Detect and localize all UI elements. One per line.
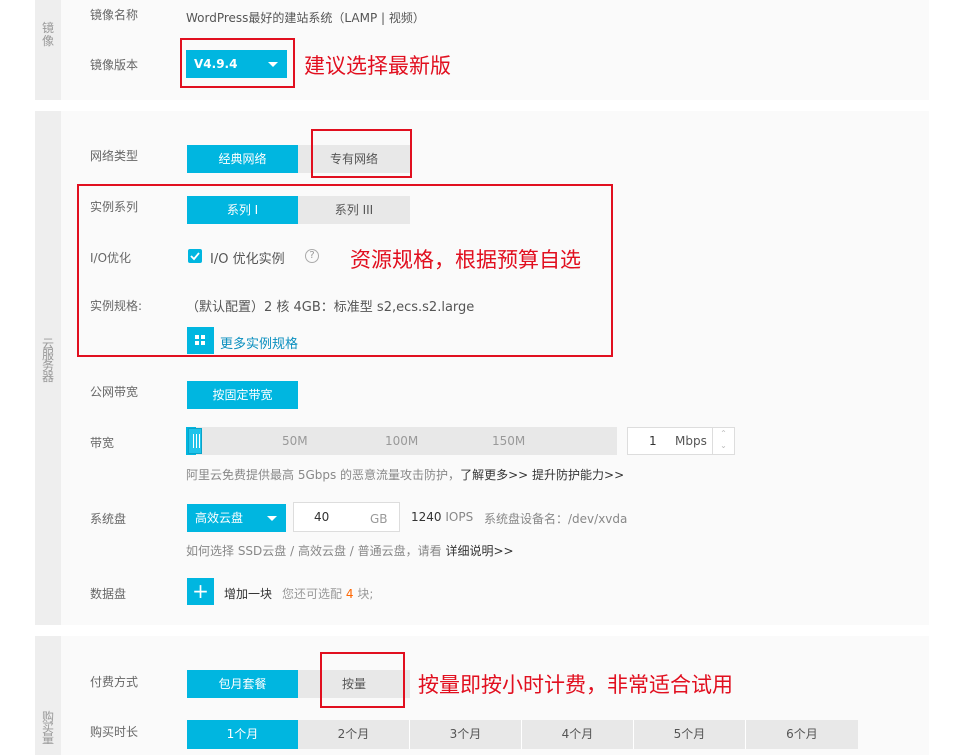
stepper-buttons[interactable]: ⌃ ⌄ bbox=[712, 428, 734, 454]
iops-unit: IOPS bbox=[445, 510, 474, 524]
disk-size-value: 40 bbox=[314, 510, 330, 524]
highlight-box bbox=[320, 652, 405, 708]
section-label: 镜像 bbox=[42, 21, 55, 48]
chevron-down-icon[interactable]: ⌄ bbox=[713, 441, 734, 450]
data-disk-hint: 您还可选配 4 块; bbox=[282, 585, 373, 602]
iops-value: 1240 IOPS bbox=[411, 510, 473, 524]
bandwidth-note-text: 阿里云免费提供最高 5Gbps 的恶意流量攻击防护， bbox=[186, 468, 461, 482]
monthly-plan-button[interactable]: 包月套餐 bbox=[187, 670, 298, 698]
annotation-payment: 按量即按小时计费，非常适合试用 bbox=[418, 673, 733, 697]
section-sidebar: 云服务器 bbox=[35, 111, 61, 625]
hint-suffix: 块; bbox=[357, 587, 374, 601]
iops-number: 1240 bbox=[411, 510, 442, 524]
disk-type-note: 如何选择 SSD云盘 / 高效云盘 / 普通云盘，请看 详细说明>> bbox=[186, 542, 514, 559]
bandwidth-type-label: 公网带宽 bbox=[90, 385, 139, 399]
duration-option[interactable]: 5个月 bbox=[634, 720, 746, 749]
bandwidth-value: 1 bbox=[649, 434, 657, 448]
duration-option[interactable]: 4个月 bbox=[522, 720, 634, 749]
annotation-version: 建议选择最新版 bbox=[304, 54, 451, 78]
image-section: 镜像 bbox=[35, 0, 929, 100]
image-name-label: 镜像名称 bbox=[90, 8, 139, 22]
hint-count: 4 bbox=[345, 587, 354, 601]
section-sidebar: 购买量 bbox=[35, 636, 61, 755]
slider-tick: 50M bbox=[282, 434, 308, 448]
bandwidth-unit: Mbps bbox=[675, 434, 707, 448]
highlight-box bbox=[311, 129, 412, 178]
duration-option[interactable]: 2个月 bbox=[298, 720, 410, 749]
data-disk-label: 数据盘 bbox=[90, 587, 127, 601]
hint-prefix: 您还可选配 bbox=[282, 587, 343, 601]
section-sidebar: 镜像 bbox=[35, 0, 61, 100]
bandwidth-stepper[interactable]: 1 Mbps ⌃ ⌄ bbox=[627, 427, 735, 455]
slider-tick: 150M bbox=[492, 434, 526, 448]
section-label: 购买量 bbox=[42, 710, 55, 746]
bandwidth-slider[interactable]: 50M 100M 150M bbox=[186, 427, 617, 455]
disk-size-unit: GB bbox=[370, 512, 388, 526]
bandwidth-label: 带宽 bbox=[90, 436, 115, 450]
payment-label: 付费方式 bbox=[90, 675, 139, 689]
highlight-box bbox=[180, 38, 295, 88]
image-name-value: WordPress最好的建站系统（LAMP | 视频） bbox=[186, 11, 425, 25]
disk-type-select[interactable]: 高效云盘 bbox=[187, 504, 286, 532]
image-version-label: 镜像版本 bbox=[90, 58, 139, 72]
chevron-down-icon bbox=[267, 516, 277, 521]
slider-tick: 100M bbox=[385, 434, 419, 448]
duration-label: 购买时长 bbox=[90, 725, 139, 739]
chevron-up-icon[interactable]: ⌃ bbox=[713, 429, 734, 438]
duration-option[interactable]: 6个月 bbox=[746, 720, 858, 749]
annotation-spec: 资源规格，根据预算自选 bbox=[350, 248, 581, 272]
duration-option[interactable]: 3个月 bbox=[410, 720, 522, 749]
upgrade-protection-link[interactable]: 提升防护能力>> bbox=[532, 468, 624, 482]
slider-handle[interactable] bbox=[188, 428, 202, 454]
disk-size-input[interactable]: 40 GB bbox=[293, 502, 400, 532]
fixed-bandwidth-button[interactable]: 按固定带宽 bbox=[187, 381, 298, 409]
system-disk-label: 系统盘 bbox=[90, 512, 127, 526]
add-disk-icon[interactable]: + bbox=[187, 578, 214, 605]
disk-device-name: 系统盘设备名：/dev/xvda bbox=[484, 512, 628, 526]
bandwidth-note: 阿里云免费提供最高 5Gbps 的恶意流量攻击防护，了解更多>> 提升防护能力>… bbox=[186, 466, 624, 483]
disk-note-text: 如何选择 SSD云盘 / 高效云盘 / 普通云盘，请看 bbox=[186, 544, 446, 558]
add-disk-link[interactable]: 增加一块 bbox=[224, 585, 272, 602]
disk-type-value: 高效云盘 bbox=[195, 511, 244, 525]
details-link[interactable]: 详细说明>> bbox=[445, 544, 513, 558]
duration-option[interactable]: 1个月 bbox=[187, 720, 298, 749]
learn-more-link[interactable]: 了解更多>> bbox=[460, 468, 528, 482]
section-label: 云服务器 bbox=[42, 337, 55, 384]
network-classic-button[interactable]: 经典网络 bbox=[187, 145, 298, 173]
network-type-label: 网络类型 bbox=[90, 149, 139, 163]
